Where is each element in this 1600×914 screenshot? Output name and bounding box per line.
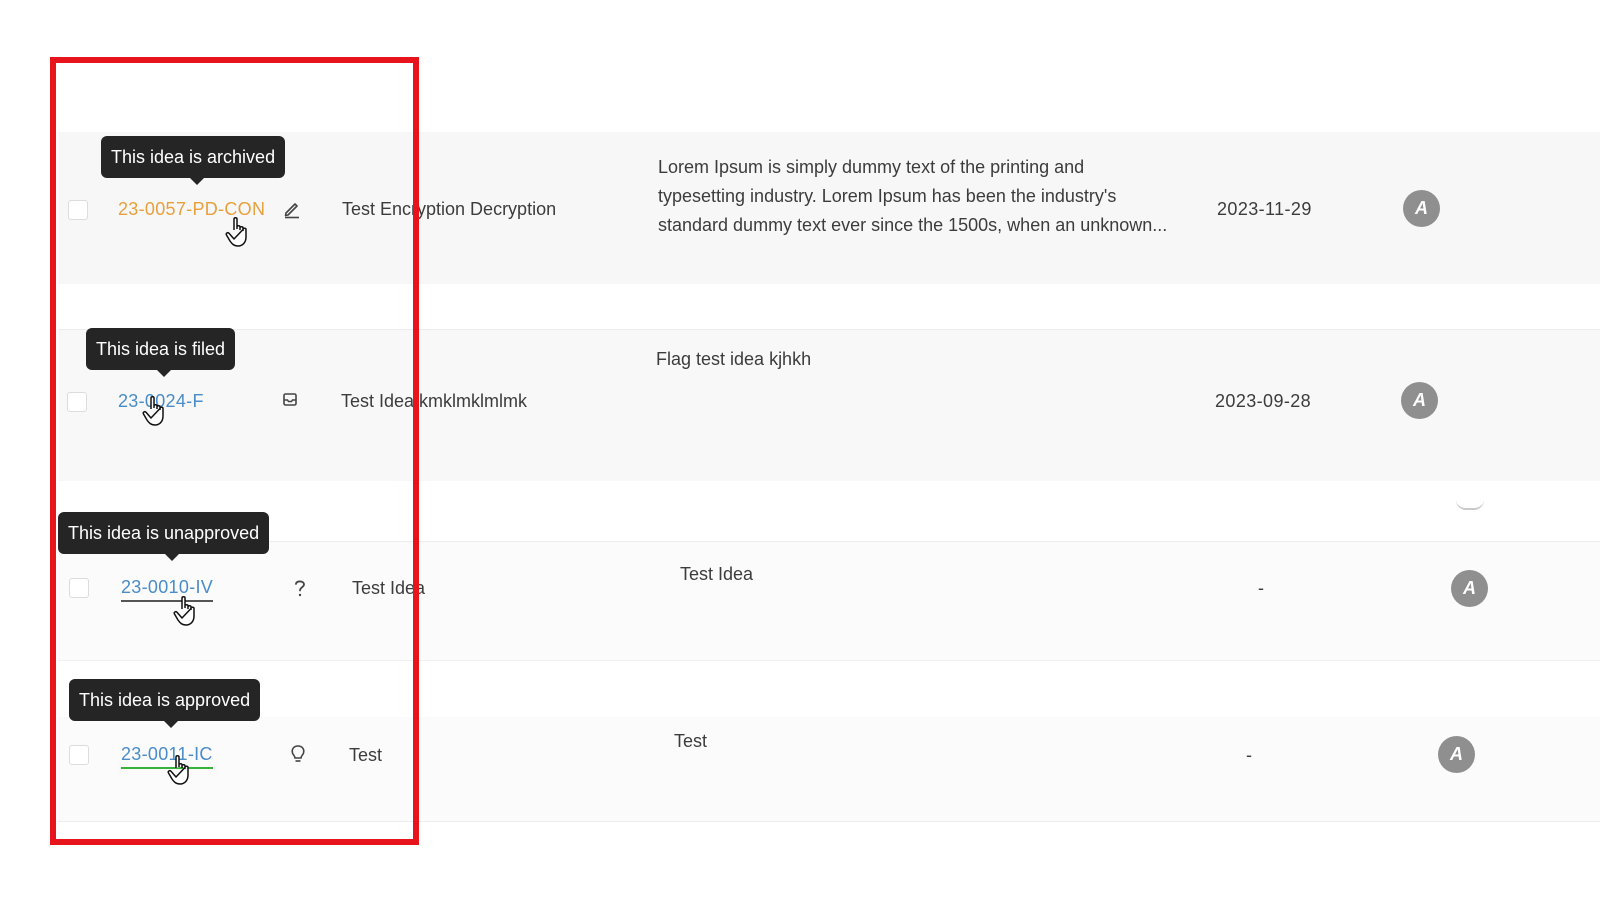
hand-cursor-icon (142, 395, 164, 426)
question-icon[interactable] (291, 578, 311, 598)
table-row[interactable] (58, 541, 1600, 661)
row-checkbox[interactable] (69, 745, 89, 765)
idea-title: Test Idea kmklmklmlmk (341, 391, 528, 411)
row-checkbox[interactable] (67, 392, 87, 412)
idea-description: Test (674, 731, 708, 751)
avatar[interactable]: A (1403, 190, 1440, 227)
inbox-icon[interactable] (281, 391, 301, 411)
idea-date: 2023-09-28 (1215, 391, 1312, 411)
tooltip-text: This idea is approved (79, 690, 251, 710)
idea-date: - (1258, 578, 1265, 598)
tooltip-arrow (164, 721, 178, 728)
idea-title: Test Idea (352, 578, 426, 598)
tooltip-arrow (190, 178, 204, 185)
status-tooltip: This idea is archived (101, 136, 286, 185)
status-tooltip: This idea is filed (86, 328, 236, 377)
idea-description: Test Idea (680, 564, 754, 584)
tooltip-text: This idea is unapproved (68, 523, 260, 543)
hand-cursor-icon (225, 216, 247, 247)
tooltip-text: This idea is filed (96, 339, 226, 359)
status-tooltip: This idea is approved (69, 679, 261, 728)
scroll-indicator (1456, 500, 1484, 510)
lightbulb-icon[interactable] (289, 744, 309, 764)
status-tooltip: This idea is unapproved (58, 512, 270, 561)
avatar[interactable]: A (1438, 736, 1475, 773)
pencil-icon[interactable] (282, 199, 302, 219)
idea-date: 2023-11-29 (1217, 199, 1312, 219)
tooltip-text: This idea is archived (111, 147, 276, 167)
idea-title: Test (349, 745, 383, 765)
avatar[interactable]: A (1401, 382, 1438, 419)
idea-date: - (1246, 745, 1253, 765)
row-checkbox[interactable] (68, 200, 88, 220)
tooltip-arrow (157, 370, 171, 377)
idea-description: Flag test idea kjhkh (656, 349, 812, 369)
hand-cursor-icon (173, 595, 195, 626)
tooltip-arrow (165, 554, 179, 561)
row-checkbox[interactable] (69, 578, 89, 598)
idea-title: Test Encryption Decryption (342, 199, 557, 219)
hand-cursor-icon (167, 754, 189, 785)
avatar[interactable]: A (1451, 570, 1488, 607)
idea-description: Lorem Ipsum is simply dummy text of the … (658, 157, 1168, 235)
